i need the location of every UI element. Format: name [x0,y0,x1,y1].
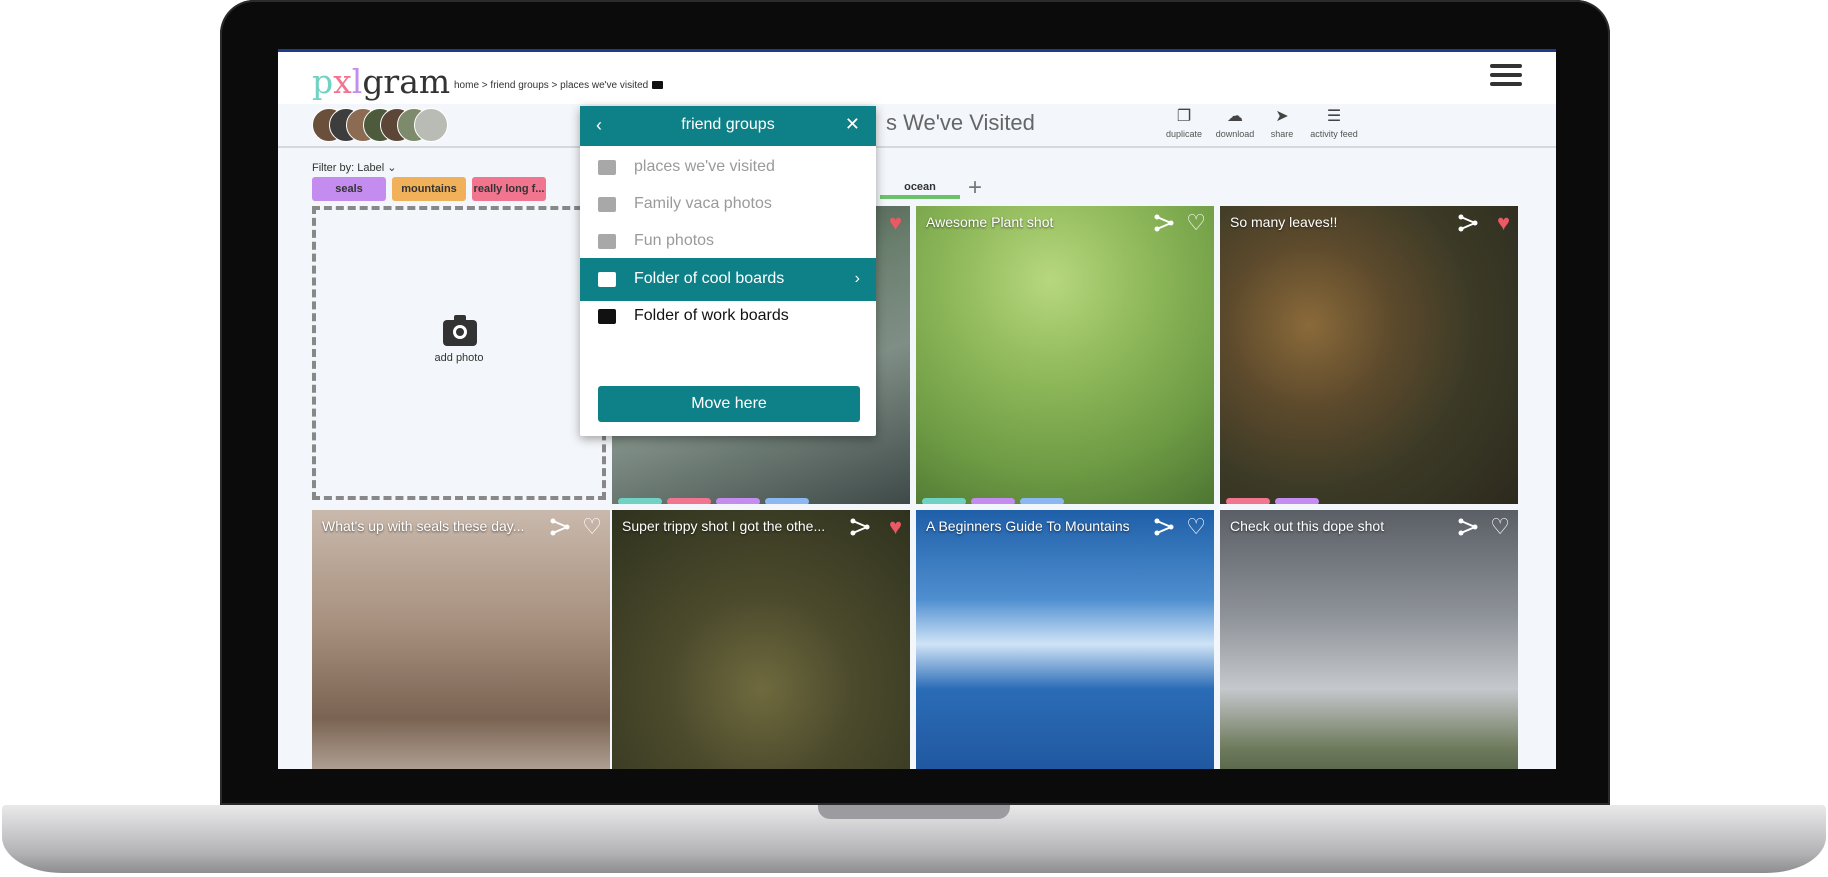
avatar[interactable] [414,108,448,142]
heart-icon[interactable]: ♥ [889,516,902,538]
share-icon[interactable] [1154,518,1174,536]
heart-icon[interactable]: ♥ [889,212,902,234]
folder-item-fun-photos[interactable]: Fun photos [580,220,876,263]
hamburger-menu-icon[interactable] [1490,64,1522,88]
activity-feed-button[interactable]: ☰ activity feed [1304,108,1364,144]
photo-tile[interactable]: Awesome Plant shot ♡ [916,206,1214,504]
collaborator-avatars[interactable] [312,108,452,142]
folder-icon [598,272,616,287]
photo-tile[interactable]: Super trippy shot I got the othe... ♥ [612,510,910,769]
label-chip-ocean[interactable]: ocean [880,181,960,199]
folder-item-work-boards[interactable]: Folder of work boards [580,295,876,338]
add-label-icon[interactable]: + [968,174,982,202]
heart-icon[interactable]: ♡ [1186,516,1206,538]
popover-header: ‹ friend groups ✕ [580,106,876,146]
photo-tile[interactable]: What's up with seals these day... ♡ [312,510,610,769]
label-chip-long[interactable]: really long f... [472,177,546,201]
duplicate-icon: ❐ [1176,108,1192,125]
board-title: s We've Visited [886,110,1035,135]
heart-icon[interactable]: ♡ [1186,212,1206,234]
top-bar: pxlgram home > friend groups > places we… [278,52,1556,104]
tile-labels [618,492,814,504]
board-content: Filter by: Label ⌄ seals mountains reall… [278,148,1556,769]
app-screen: pxlgram home > friend groups > places we… [278,49,1556,769]
download-button[interactable]: ☁ download [1210,108,1260,144]
tile-labels [1226,492,1324,504]
add-photo-label: add photo [434,352,484,364]
share-icon[interactable] [1154,214,1174,232]
share-icon[interactable] [550,518,570,536]
close-icon[interactable]: ✕ [845,114,860,135]
breadcrumb-text[interactable]: home > friend groups > places we've visi… [454,80,648,91]
heart-icon[interactable]: ♡ [582,516,602,538]
image-icon [598,197,616,212]
share-button[interactable]: ➤ share [1264,108,1300,144]
tile-labels [922,492,1069,504]
chevron-down-icon: ⌄ [387,162,397,174]
share-icon[interactable] [1458,214,1478,232]
chevron-right-icon[interactable]: › [855,270,860,288]
image-icon [598,234,616,249]
camera-icon [443,315,477,346]
photo-tile[interactable]: Check out this dope shot ♡ [1220,510,1518,769]
logo[interactable]: pxlgram [312,62,450,101]
add-photo-tile[interactable]: add photo [312,206,606,500]
folder-icon [598,309,616,324]
label-chip-mountains[interactable]: mountains [392,177,466,201]
duplicate-button[interactable]: ❐ duplicate [1162,108,1206,144]
activity-feed-icon: ☰ [1326,108,1342,125]
share-icon[interactable] [850,518,870,536]
share-icon[interactable] [1458,518,1478,536]
image-icon [598,160,616,175]
photo-tile[interactable]: So many leaves!! ♥ [1220,206,1518,504]
folder-icon[interactable] [652,81,664,89]
popover-title: friend groups [681,116,775,133]
breadcrumb[interactable]: home > friend groups > places we've visi… [454,80,664,91]
move-board-popover: ‹ friend groups ✕ places we've visited F… [580,106,876,436]
label-chip-seals[interactable]: seals [312,177,386,201]
heart-icon[interactable]: ♡ [1490,516,1510,538]
laptop-notch [818,805,1010,819]
move-here-button[interactable]: Move here [598,386,860,422]
cloud-download-icon: ☁ [1227,108,1243,125]
label-filter[interactable]: Filter by: Label ⌄ [312,161,396,174]
share-icon: ➤ [1275,108,1289,125]
photo-tile[interactable]: A Beginners Guide To Mountains ♡ [916,510,1214,769]
heart-icon[interactable]: ♥ [1497,212,1510,234]
